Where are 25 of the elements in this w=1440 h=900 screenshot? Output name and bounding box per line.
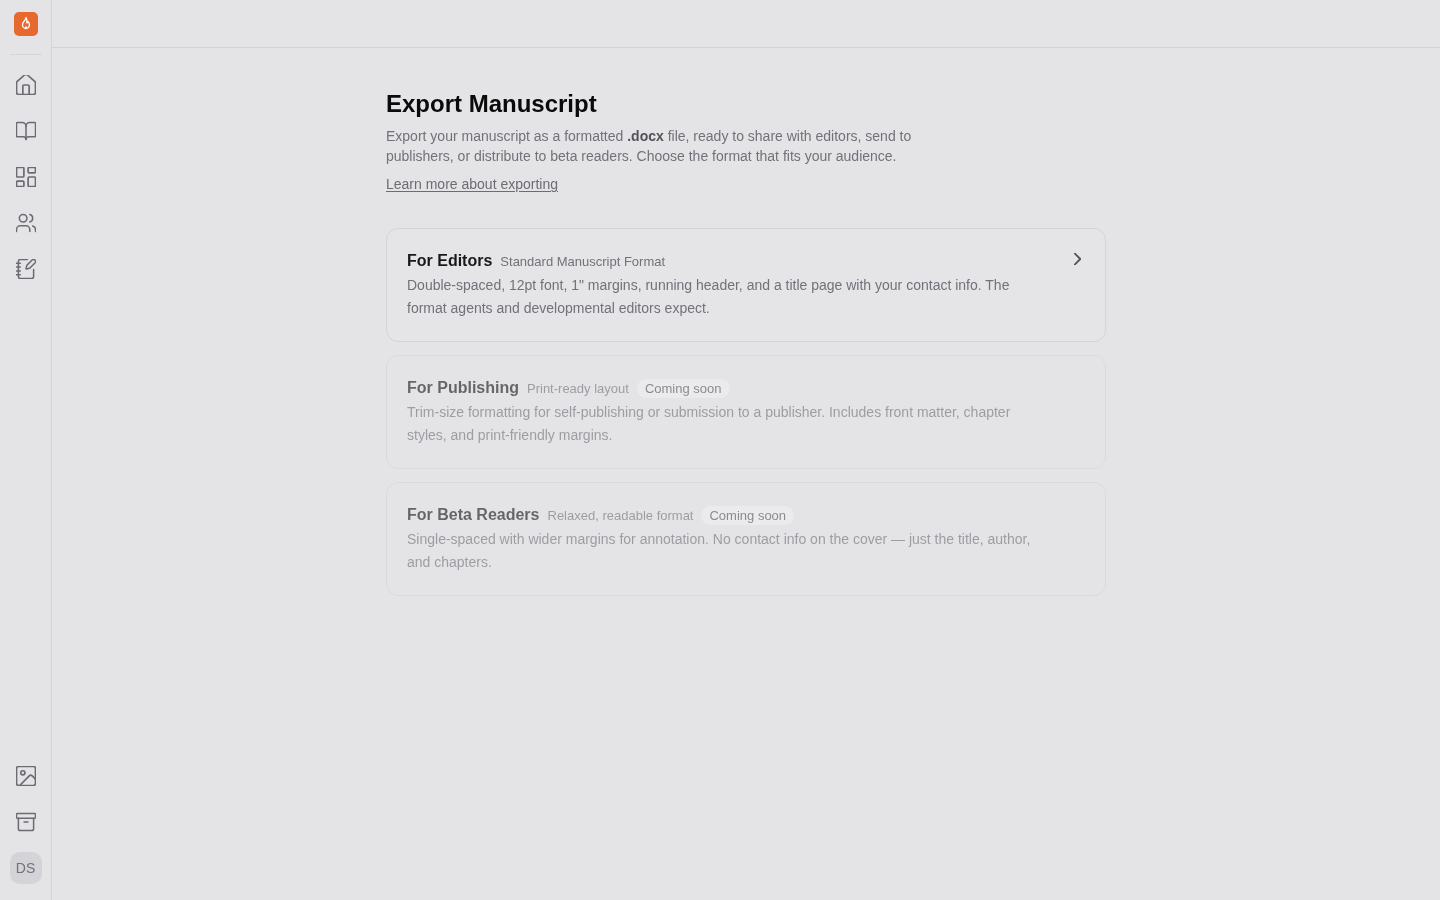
export-option-card[interactable]: For Editors Standard Manuscript Format Double-spaced, 12pt font, 1" margins, running header, and a title page with your contact info. The format agents and developmental editors expect. <box>386 228 1106 342</box>
users-icon[interactable] <box>15 213 36 233</box>
page-description: Export your manuscript as a formatted .docx file, ready to share with editors, send to publishers, or distribute to beta readers. Choose the format that fits your audience. <box>386 127 913 166</box>
user-avatar[interactable]: DS <box>9 852 42 884</box>
chevron-right-icon[interactable] <box>1074 253 1081 265</box>
learn-more-link[interactable]: Learn more about exporting <box>386 174 558 194</box>
image-icon[interactable] <box>15 766 36 786</box>
option-subtitle: Relaxed, readable format <box>547 507 694 523</box>
option-title: For Beta Readers <box>407 506 540 524</box>
option-description: Trim-size formatting for self-publishing or submission to a publisher. Includes front matter, chapter styles, and print-friendly margins. <box>407 403 1012 445</box>
option-subtitle: Print-ready layout <box>527 380 629 396</box>
option-title: For Editors <box>407 252 493 270</box>
dashboard-icon[interactable] <box>15 167 36 187</box>
flame-logo-icon[interactable] <box>13 12 38 36</box>
coming-soon-badge: Coming soon <box>636 378 730 398</box>
notebook-pen-icon[interactable] <box>15 259 36 279</box>
option-description: Single-spaced with wider margins for annotation. No contact info on the cover — just the title, author, and chapters. <box>407 530 1032 572</box>
option-description: Double-spaced, 12pt font, 1" margins, running header, and a title page with your contact info. The format agents and developmental editors expect. <box>407 276 1011 318</box>
coming-soon-badge: Coming soon <box>701 505 795 525</box>
book-icon[interactable] <box>15 121 36 141</box>
home-icon[interactable] <box>15 75 36 95</box>
option-title: For Publishing <box>407 379 519 397</box>
page-title: Export Manuscript <box>386 89 597 119</box>
option-subtitle: Standard Manuscript Format <box>500 253 666 269</box>
archive-icon[interactable] <box>15 812 36 832</box>
